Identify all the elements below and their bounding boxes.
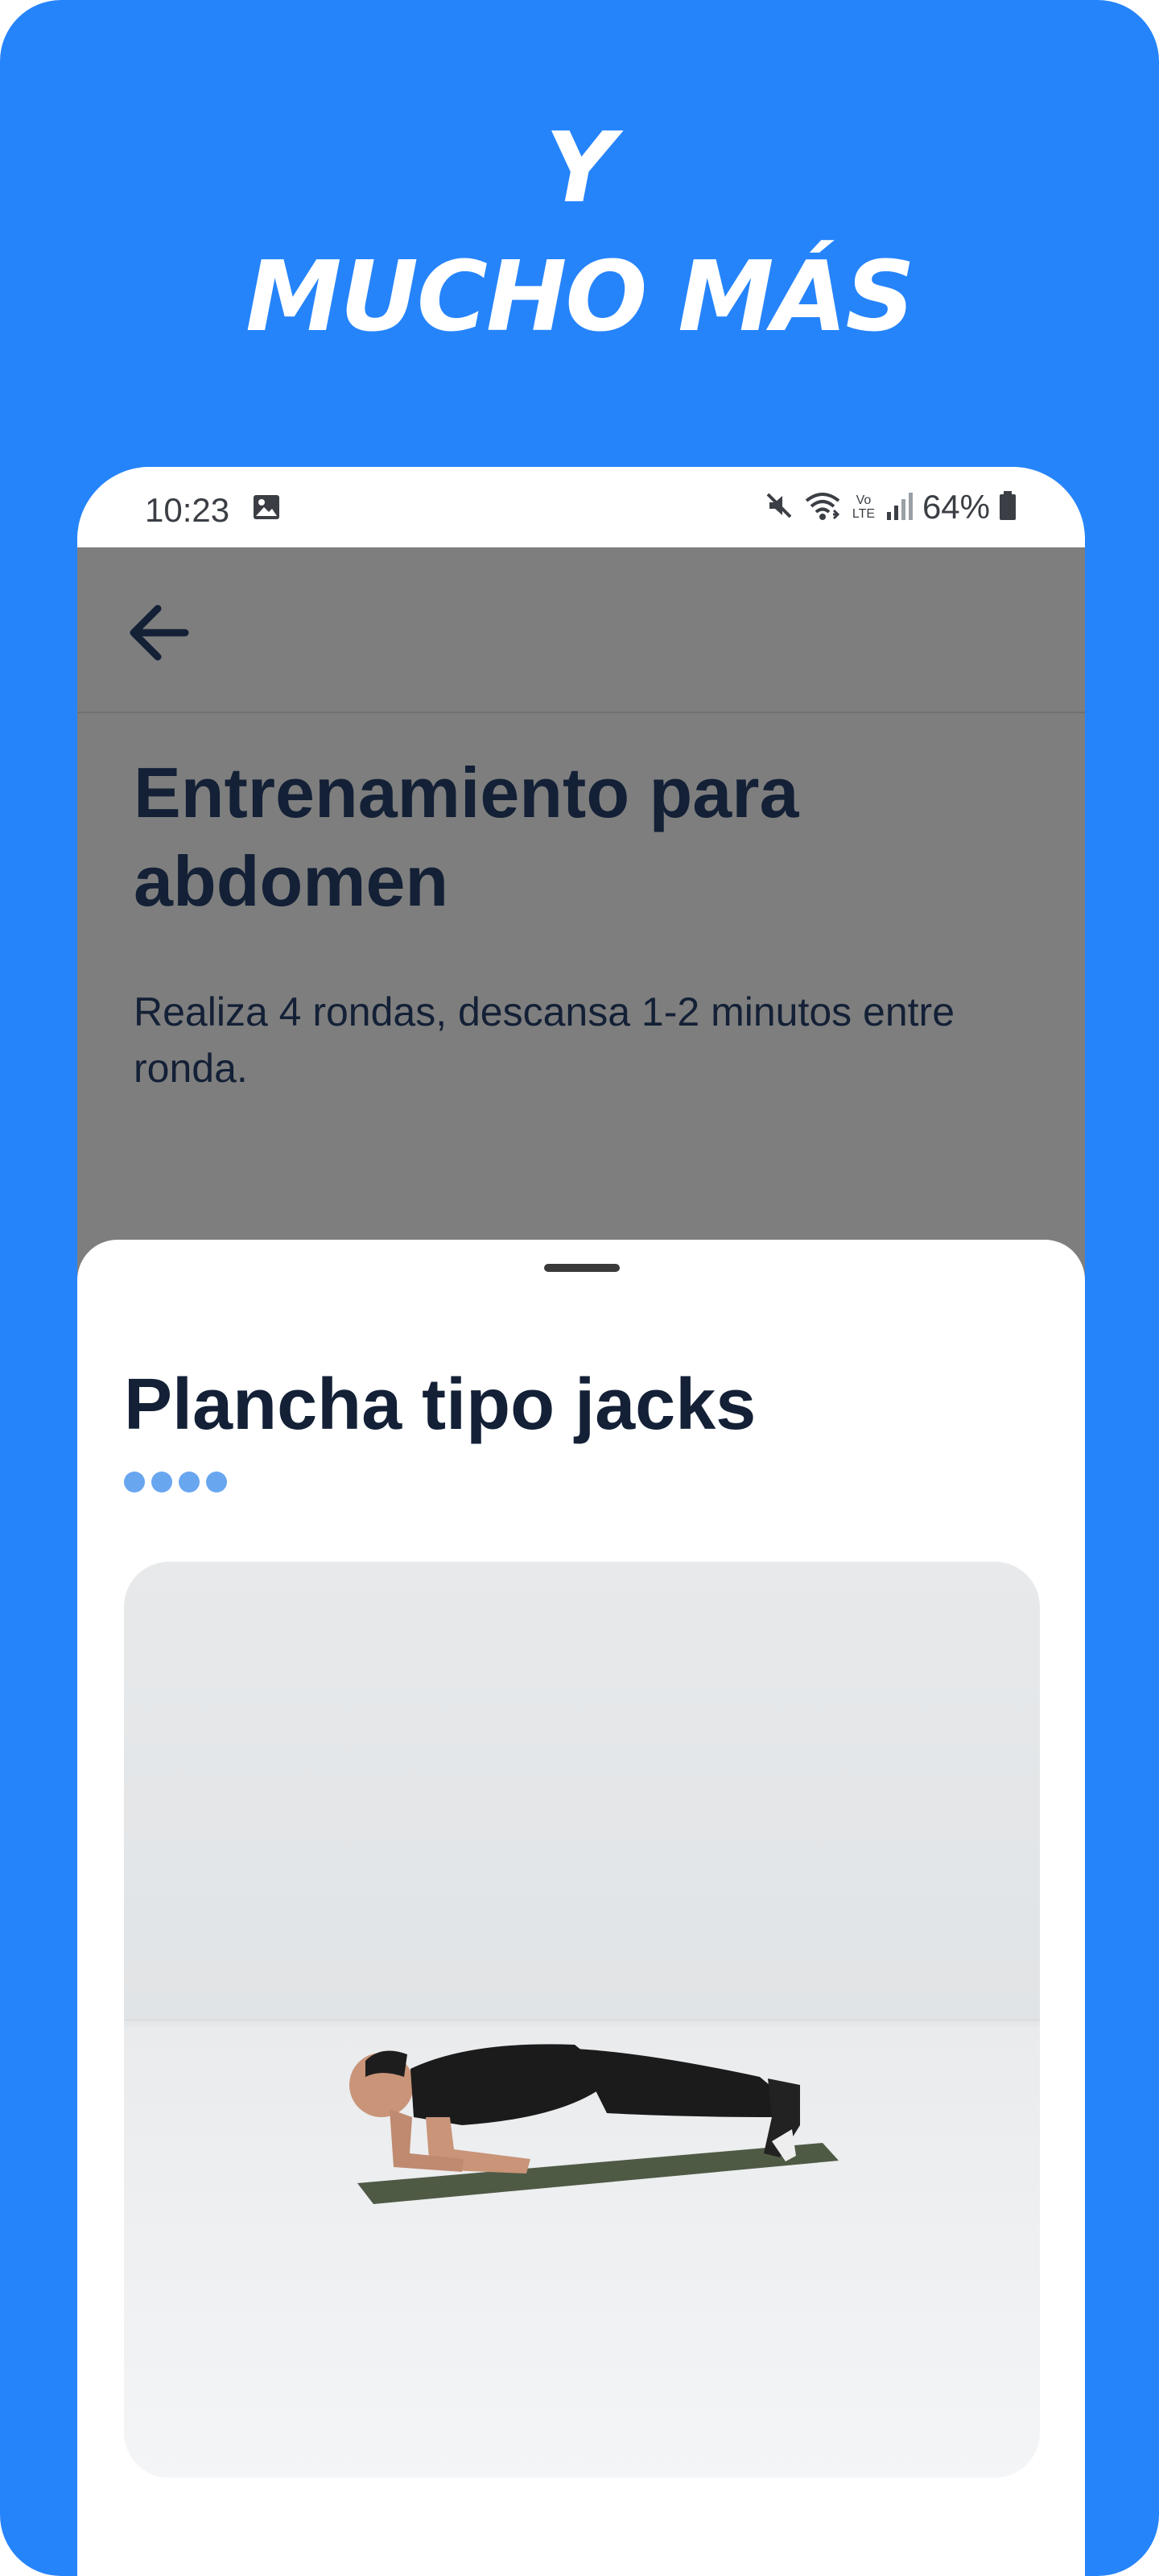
battery-percent: 64%: [922, 488, 990, 526]
promo-headline-line1: Y: [545, 113, 616, 225]
difficulty-dots: [124, 1472, 227, 1492]
indicator-dot: [151, 1472, 172, 1492]
person-plank-illustration: [349, 2044, 839, 2204]
back-button[interactable]: [121, 594, 198, 671]
phone-frame: 10:23 Vo LTE 64% Entrenamiento para abdo…: [77, 467, 1085, 2576]
mute-icon: [763, 489, 795, 526]
exercise-demo-image[interactable]: [124, 1562, 1040, 2478]
workout-description: Realiza 4 rondas, descansa 1-2 minutos e…: [134, 989, 955, 1091]
indicator-dot: [124, 1472, 145, 1492]
workout-screen-dimmed: Entrenamiento para abdomen Realiza 4 ron…: [77, 547, 1085, 2576]
status-icons: Vo LTE 64%: [763, 488, 1017, 526]
signal-icon: [885, 489, 914, 526]
toolbar: [77, 547, 1085, 713]
sheet-drag-handle[interactable]: [544, 1264, 620, 1272]
volte-icon: Vo LTE: [852, 493, 876, 521]
status-time: 10:23: [145, 491, 230, 529]
exercise-title: Plancha tipo jacks: [124, 1364, 757, 1445]
wifi-icon: [803, 489, 842, 526]
exercise-bottom-sheet[interactable]: Plancha tipo jacks: [77, 1240, 1085, 2576]
indicator-dot: [206, 1472, 227, 1492]
indicator-dot: [179, 1472, 200, 1492]
arrow-left-icon: [130, 605, 189, 661]
workout-title: Entrenamiento para abdomen: [134, 753, 799, 921]
image-notification-icon: [253, 494, 280, 524]
promo-headline-line2: MUCHO MÁS: [245, 242, 915, 353]
promo-screen: Y MUCHO MÁS 10:23 Vo LTE 64% Entrenamien…: [0, 0, 1159, 2576]
battery-icon: [998, 489, 1017, 526]
status-bar: 10:23 Vo LTE 64%: [77, 467, 1085, 547]
